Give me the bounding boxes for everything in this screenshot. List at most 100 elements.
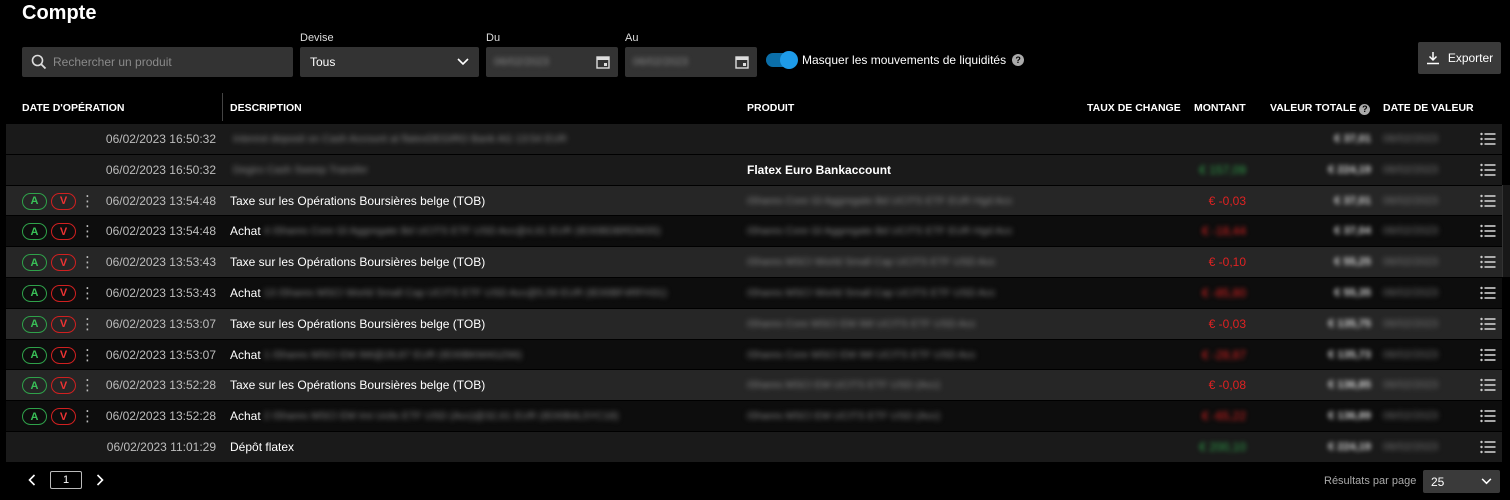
- chevron-right-icon[interactable]: [96, 474, 104, 486]
- chevron-down-icon: [1481, 478, 1492, 485]
- op-datetime: 06/02/2023 11:01:29: [106, 439, 216, 454]
- col-description[interactable]: DESCRIPTION: [230, 102, 302, 114]
- column-divider[interactable]: [222, 93, 223, 121]
- hide-cash-toggle-group: Masquer les mouvements de liquidités ?: [766, 51, 1025, 69]
- total-value-cell: € 135,73: [1328, 348, 1371, 361]
- op-datetime: 06/02/2023 16:50:32: [105, 132, 216, 146]
- list-icon[interactable]: [1480, 317, 1496, 336]
- download-icon: [1426, 52, 1439, 65]
- description-cell: Interest deposit on Cash Account at flat…: [230, 124, 567, 154]
- list-icon[interactable]: [1480, 255, 1496, 274]
- total-value-cell: € 55,35: [1334, 286, 1371, 299]
- calendar-icon[interactable]: [596, 55, 610, 69]
- amount-cell: € -0,03: [1208, 316, 1246, 331]
- value-date-cell: 06/02/2023: [1383, 379, 1439, 392]
- page-number-input[interactable]: 1: [50, 471, 82, 489]
- to-label: Au: [625, 32, 639, 44]
- table-row[interactable]: 06/02/2023 16:50:32 Interest deposit on C…: [6, 124, 1502, 155]
- currency-select[interactable]: Tous: [300, 47, 479, 77]
- total-value-cell: € 224,19: [1328, 163, 1371, 176]
- product-cell[interactable]: iShares Core MSCI EM IMI UCITS ETF USD A…: [747, 309, 976, 339]
- table-row[interactable]: A V ⋮ 06/02/2023 13:53:43 Taxe sur les Opéra…: [6, 247, 1502, 278]
- product-cell[interactable]: iShares Core Gl Aggregate Bd UCITS ETF E…: [747, 186, 1013, 216]
- amount-cell: € 157,09: [1199, 162, 1246, 177]
- currency-label: Devise: [300, 32, 334, 44]
- list-icon[interactable]: [1480, 348, 1496, 367]
- description-cell: Achat 1 iShares MSCI EM IMI@28,87 EUR (IE…: [230, 340, 522, 370]
- calendar-icon[interactable]: [735, 55, 749, 69]
- list-icon[interactable]: [1480, 132, 1496, 151]
- table-row[interactable]: A V ⋮ 06/02/2023 13:52:28 Taxe sur les Opéra…: [6, 370, 1502, 402]
- product-cell[interactable]: iShares MSCI World Small Cap UCITS ETF U…: [747, 247, 995, 277]
- op-datetime: 06/02/2023 13:54:48: [105, 224, 216, 239]
- hide-cash-label: Masquer les mouvements de liquidités: [802, 53, 1007, 67]
- col-product[interactable]: PRODUIT: [747, 102, 794, 114]
- help-icon[interactable]: ?: [1012, 54, 1025, 66]
- help-icon[interactable]: ?: [1359, 103, 1371, 115]
- from-date-value: 06/02/2023: [494, 56, 550, 68]
- chevron-left-icon[interactable]: [28, 474, 36, 486]
- search-field[interactable]: [22, 47, 293, 77]
- product-name: iShares Core MSCI EM IMI UCITS ETF USD A…: [747, 317, 976, 330]
- list-icon[interactable]: [1480, 286, 1496, 305]
- value-date-cell: 06/02/2023: [1383, 286, 1439, 299]
- product-cell[interactable]: iShares MSCI EM UCITS ETF USD (Acc): [747, 401, 940, 431]
- description-cell: Degiro Cash Sweep Transfer: [230, 155, 368, 185]
- search-input[interactable]: [53, 55, 273, 69]
- description-text: Achat: [230, 285, 261, 300]
- product-cell[interactable]: iShares Core Gl Aggregate Bd UCITS ETF E…: [747, 216, 1013, 246]
- table-row[interactable]: A V ⋮ 06/02/2023 13:52:28 Achat 2 iShares MSC…: [6, 401, 1502, 432]
- total-value-cell: € 135,75: [1328, 317, 1371, 330]
- from-date-field[interactable]: 06/02/2023: [486, 47, 618, 77]
- total-value-cell: € 224,19: [1328, 440, 1371, 453]
- description-detail: 13 iShares MSCI World Small Cap UCITS ET…: [263, 286, 667, 299]
- table-row[interactable]: A V ⋮ 06/02/2023 13:53:07 Achat 1 iShares MSC…: [6, 339, 1502, 371]
- list-icon[interactable]: [1480, 378, 1496, 397]
- results-per-page-select[interactable]: 25: [1423, 470, 1500, 493]
- amount-cell: € -18,44: [1201, 224, 1246, 239]
- description-cell: Dépôt flatex: [230, 432, 294, 462]
- list-icon[interactable]: [1480, 224, 1496, 243]
- table-row[interactable]: A V ⋮ 06/02/2023 13:53:43 Achat 13 iShares MS…: [6, 277, 1502, 309]
- value-date-cell: 06/02/2023: [1383, 163, 1439, 176]
- total-value-cell: € 55,25: [1334, 256, 1371, 269]
- hide-cash-toggle[interactable]: [766, 51, 798, 69]
- table-row[interactable]: A V ⋮ 06/02/2023 13:54:48 Taxe sur les Opéra…: [6, 185, 1502, 217]
- table-row[interactable]: 06/02/2023 11:01:29 Dépôt flatex € 200,10 €…: [6, 431, 1502, 463]
- table-row[interactable]: 06/02/2023 16:50:32 Degiro Cash Sweep Tra…: [6, 154, 1502, 186]
- total-value-cell: € 37,01: [1334, 194, 1371, 207]
- description-cell: Achat 13 iShares MSCI World Small Cap UCI…: [230, 278, 667, 308]
- value-date-cell: 06/02/2023: [1383, 348, 1439, 361]
- op-datetime: 06/02/2023 13:53:07: [105, 316, 216, 331]
- amount-cell: € -0,08: [1208, 378, 1246, 393]
- col-value-date[interactable]: DATE DE VALEUR: [1383, 102, 1474, 114]
- description-text: Achat: [230, 347, 261, 362]
- col-total[interactable]: VALEUR TOTALE?: [1270, 102, 1371, 115]
- op-datetime: 06/02/2023 13:52:28: [105, 378, 216, 393]
- col-op-date[interactable]: DATE D'OPÉRATION: [22, 102, 124, 114]
- product-cell[interactable]: iShares MSCI EM UCITS ETF USD (Acc): [747, 370, 940, 400]
- list-icon[interactable]: [1480, 440, 1496, 459]
- value-date-cell: 06/02/2023: [1383, 317, 1439, 330]
- op-datetime: 06/02/2023 13:53:43: [105, 255, 216, 270]
- amount-cell: € -28,87: [1201, 347, 1246, 362]
- to-date-field[interactable]: 06/02/2023: [625, 47, 757, 77]
- product-cell[interactable]: Flatex Euro Bankaccount: [747, 155, 891, 185]
- amount-cell: € -0,03: [1208, 193, 1246, 208]
- amount-cell: € 200,10: [1199, 439, 1246, 454]
- description-detail: Interest deposit on Cash Account at flat…: [233, 133, 567, 145]
- export-button[interactable]: Exporter: [1418, 42, 1501, 74]
- product-cell[interactable]: iShares MSCI World Small Cap UCITS ETF U…: [747, 278, 995, 308]
- list-icon[interactable]: [1480, 163, 1496, 182]
- op-datetime: 06/02/2023 13:52:28: [105, 409, 216, 424]
- list-icon[interactable]: [1480, 409, 1496, 428]
- description-detail: Degiro Cash Sweep Transfer: [233, 163, 368, 176]
- list-icon[interactable]: [1480, 194, 1496, 213]
- table-row[interactable]: A V ⋮ 06/02/2023 13:54:48 Achat 4 iShares Cor…: [6, 216, 1502, 248]
- chevron-down-icon: [457, 58, 469, 66]
- scrollbar[interactable]: [1502, 185, 1510, 277]
- product-cell[interactable]: iShares Core MSCI EM IMI UCITS ETF USD A…: [747, 340, 976, 370]
- col-fx[interactable]: TAUX DE CHANGE: [1087, 102, 1181, 114]
- col-amount[interactable]: MONTANT: [1194, 102, 1246, 114]
- table-row[interactable]: A V ⋮ 06/02/2023 13:53:07 Taxe sur les Opéra…: [6, 308, 1502, 340]
